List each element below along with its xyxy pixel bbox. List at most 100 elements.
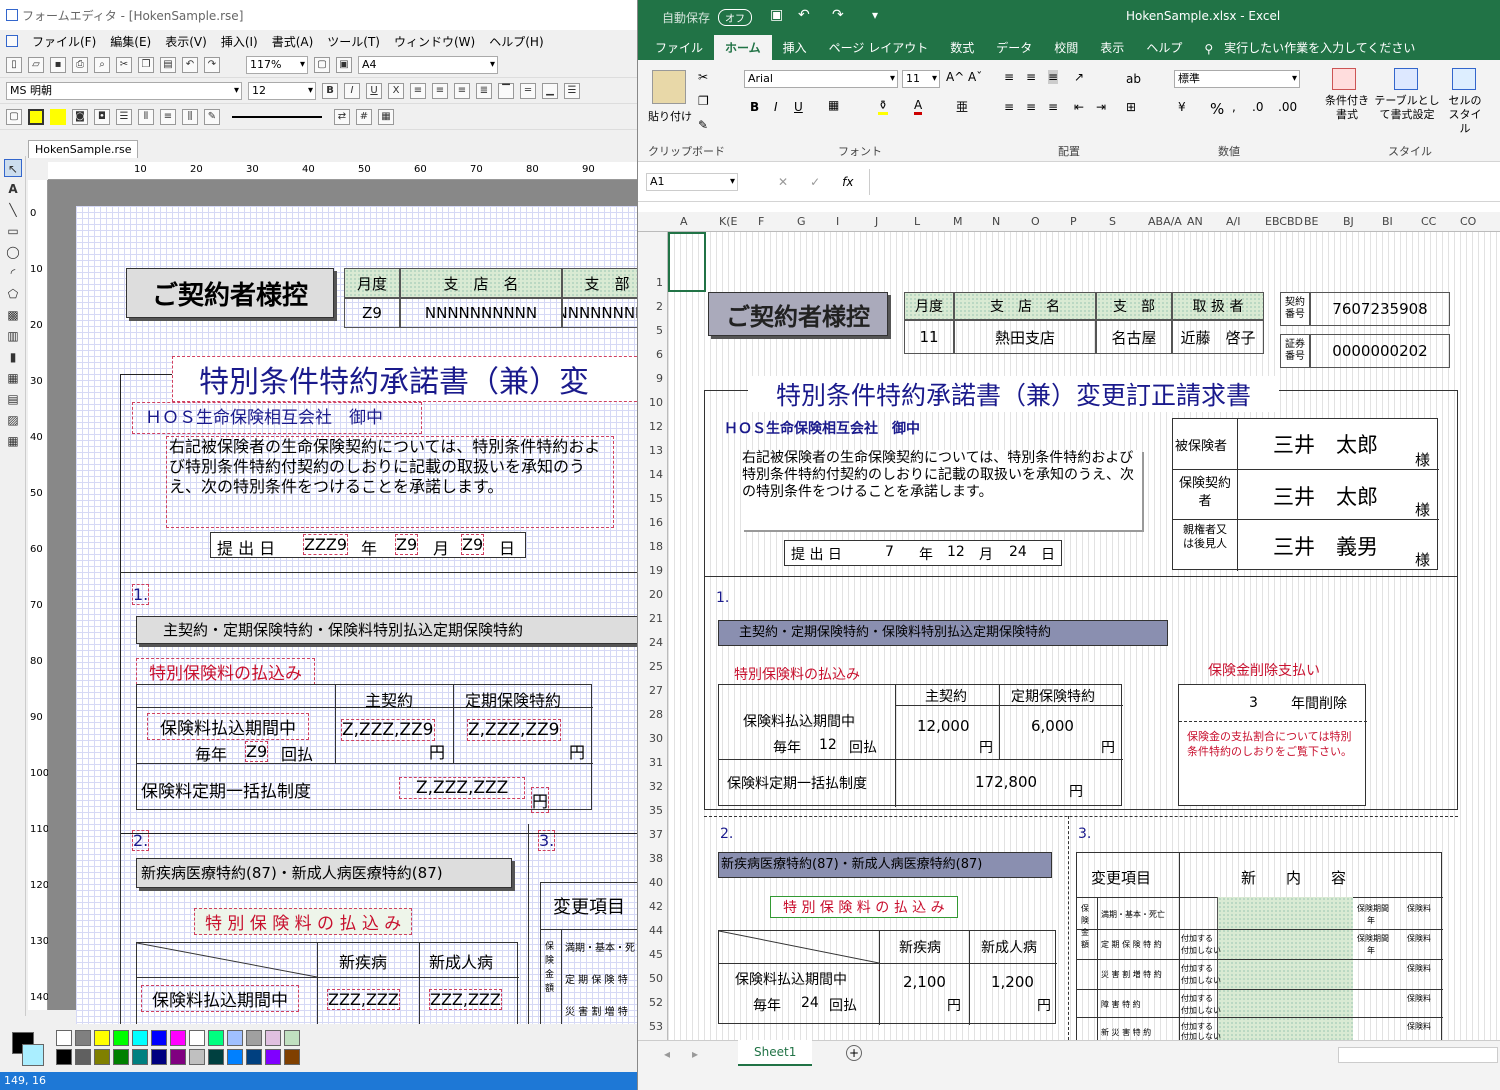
dec-decimal-icon[interactable]: .00 xyxy=(1278,100,1297,114)
date-day[interactable]: 24 xyxy=(1009,544,1027,560)
palette-swatch[interactable] xyxy=(208,1030,224,1046)
column-header[interactable]: K(E xyxy=(719,215,737,228)
open-icon[interactable]: ▱ xyxy=(28,56,44,73)
row-header[interactable]: 31 xyxy=(649,756,663,769)
cell-styles-button[interactable]: セルのスタイル xyxy=(1444,94,1486,136)
palette-swatch[interactable] xyxy=(113,1049,129,1065)
palette-swatch[interactable] xyxy=(94,1049,110,1065)
column-header[interactable]: O xyxy=(1031,215,1040,228)
font-size-select[interactable]: 12 xyxy=(248,81,316,100)
pen-icon[interactable]: ✎ xyxy=(204,108,220,125)
period-label-2[interactable]: 保険料払込期間中 xyxy=(141,985,299,1012)
valign-bottom-icon[interactable]: ▁ xyxy=(542,82,558,99)
formula-input[interactable] xyxy=(869,168,1500,195)
new-icon[interactable]: ▯ xyxy=(6,56,22,73)
sheet-tab-sheet1[interactable]: Sheet1 xyxy=(738,1040,813,1066)
column-header[interactable]: M xyxy=(953,215,963,228)
row-header[interactable]: 1 xyxy=(656,276,663,289)
name-box[interactable]: A1 xyxy=(646,172,738,191)
border-icon[interactable]: ▢ xyxy=(6,108,22,125)
column-header[interactable]: A/I xyxy=(1226,215,1240,228)
cut-icon[interactable]: ✂ xyxy=(116,56,132,73)
distribute-icon[interactable]: ☰ xyxy=(564,82,580,99)
palette-swatch[interactable] xyxy=(284,1030,300,1046)
prev-sheet-icon[interactable]: ◂ xyxy=(664,1047,670,1061)
policy-no[interactable]: 0000000202 xyxy=(1310,334,1450,368)
pointer-icon[interactable]: ↖ xyxy=(4,159,22,177)
paste-icon[interactable]: ▤ xyxy=(160,56,176,73)
main-amount[interactable]: Z,ZZZ,ZZ9 xyxy=(341,719,435,741)
palette-swatch[interactable] xyxy=(265,1030,281,1046)
indent-inc-icon[interactable]: ⇥ xyxy=(1096,100,1106,114)
date-day[interactable]: Z9 xyxy=(461,534,485,555)
section1-number[interactable]: 1. xyxy=(132,584,150,605)
date-year[interactable]: ZZZ9 xyxy=(303,534,349,555)
new-disease-amount[interactable]: 2,100 xyxy=(903,973,946,991)
column-header[interactable]: CO xyxy=(1460,215,1476,228)
palette-swatch[interactable] xyxy=(246,1030,262,1046)
page-width-icon[interactable]: ▣ xyxy=(336,56,352,73)
tab-view[interactable]: 表示 xyxy=(1089,35,1135,60)
col-office[interactable]: 支 部 xyxy=(562,268,637,298)
align-middle-icon[interactable]: ≡ xyxy=(1026,70,1036,84)
grid-icon[interactable]: # xyxy=(356,108,372,125)
bold-icon[interactable]: B xyxy=(750,100,759,114)
bg-color[interactable] xyxy=(22,1044,44,1066)
picture-tool-icon[interactable]: ▨ xyxy=(4,411,22,429)
columns-icon[interactable]: ⫼ xyxy=(182,108,198,125)
text-tool-icon[interactable]: A xyxy=(4,180,22,198)
font-name-select[interactable]: Arial xyxy=(744,70,898,88)
term-amount[interactable]: 6,000 xyxy=(1031,717,1074,735)
redo-icon[interactable]: ↷ xyxy=(204,56,220,73)
tab-hokensample[interactable]: HokenSample.rse xyxy=(28,140,139,158)
cut-icon[interactable]: ✂ xyxy=(698,70,708,84)
column-header[interactable]: A xyxy=(680,215,688,228)
barcode-tool-icon[interactable]: ▮ xyxy=(4,348,22,366)
main-amount[interactable]: 12,000 xyxy=(917,717,970,735)
undo-icon[interactable]: ↶ xyxy=(182,56,198,73)
insured-name[interactable]: 三井 太郎 xyxy=(1273,429,1378,459)
palette-swatch[interactable] xyxy=(170,1049,186,1065)
rect-tool-icon[interactable]: ▭ xyxy=(4,222,22,240)
row-header[interactable]: 12 xyxy=(649,420,663,433)
company-name[interactable]: ＨＯＳ生命保険相互会社 御中 xyxy=(132,402,422,434)
row-header[interactable]: 30 xyxy=(649,732,663,745)
column-header[interactable]: S xyxy=(1109,215,1116,228)
tab-formulas[interactable]: 数式 xyxy=(939,35,985,60)
ellipse-tool-icon[interactable]: ◯ xyxy=(4,243,22,261)
row-header[interactable]: 35 xyxy=(649,804,663,817)
active-cell-a1[interactable] xyxy=(668,232,706,292)
palette-swatch[interactable] xyxy=(56,1030,72,1046)
row-header[interactable]: 32 xyxy=(649,780,663,793)
table-tool-icon[interactable]: ▦ xyxy=(4,369,22,387)
menu-window[interactable]: ウィンドウ(W) xyxy=(394,33,475,50)
worksheet-grid[interactable]: ご契約者様控 月度 支 店 名 支 部 取 扱 者 11 熱田支店 名古屋 近藤… xyxy=(668,232,1500,1043)
menu-help[interactable]: ヘルプ(H) xyxy=(489,33,543,50)
next-sheet-icon[interactable]: ▸ xyxy=(692,1047,698,1061)
date-month[interactable]: Z9 xyxy=(395,534,419,555)
justify-icon[interactable]: ≣ xyxy=(476,82,492,99)
underline-icon[interactable]: U xyxy=(794,100,803,114)
col-month[interactable]: 月度 xyxy=(344,268,400,298)
palette-swatch[interactable] xyxy=(227,1030,243,1046)
align-top-icon[interactable]: ≡ xyxy=(1004,70,1014,84)
special-premium-label-2[interactable]: 特 別 保 険 料 の 払 込 み xyxy=(194,908,413,935)
palette-swatch[interactable] xyxy=(113,1030,129,1046)
polygon-tool-icon[interactable]: ⬠ xyxy=(4,285,22,303)
val-month[interactable]: Z9 xyxy=(344,298,400,328)
row-header[interactable]: 9 xyxy=(656,372,663,385)
font-color-icon[interactable]: A xyxy=(914,98,923,115)
horizontal-scrollbar[interactable] xyxy=(1338,1047,1498,1063)
row-header[interactable]: 50 xyxy=(649,972,663,985)
redo-icon[interactable]: ↷ xyxy=(832,7,844,23)
valign-middle-icon[interactable]: ═ xyxy=(520,82,536,99)
merge-icon[interactable]: ⊞ xyxy=(1126,100,1136,114)
align-left-icon[interactable]: ≡ xyxy=(1004,100,1014,114)
autosave-toggle[interactable]: オフ xyxy=(718,9,752,26)
val-office[interactable]: NNNNNNNNN xyxy=(562,298,637,328)
palette-swatch[interactable] xyxy=(132,1049,148,1065)
consent-text[interactable]: 右記被保険者の生命保険契約については、特別条件特約および特別条件特約付契約のしお… xyxy=(166,436,614,528)
row-header[interactable]: 5 xyxy=(656,324,663,337)
v-lines-icon[interactable]: ⦀ xyxy=(138,108,154,125)
number-format-select[interactable]: 標準 xyxy=(1174,70,1300,88)
